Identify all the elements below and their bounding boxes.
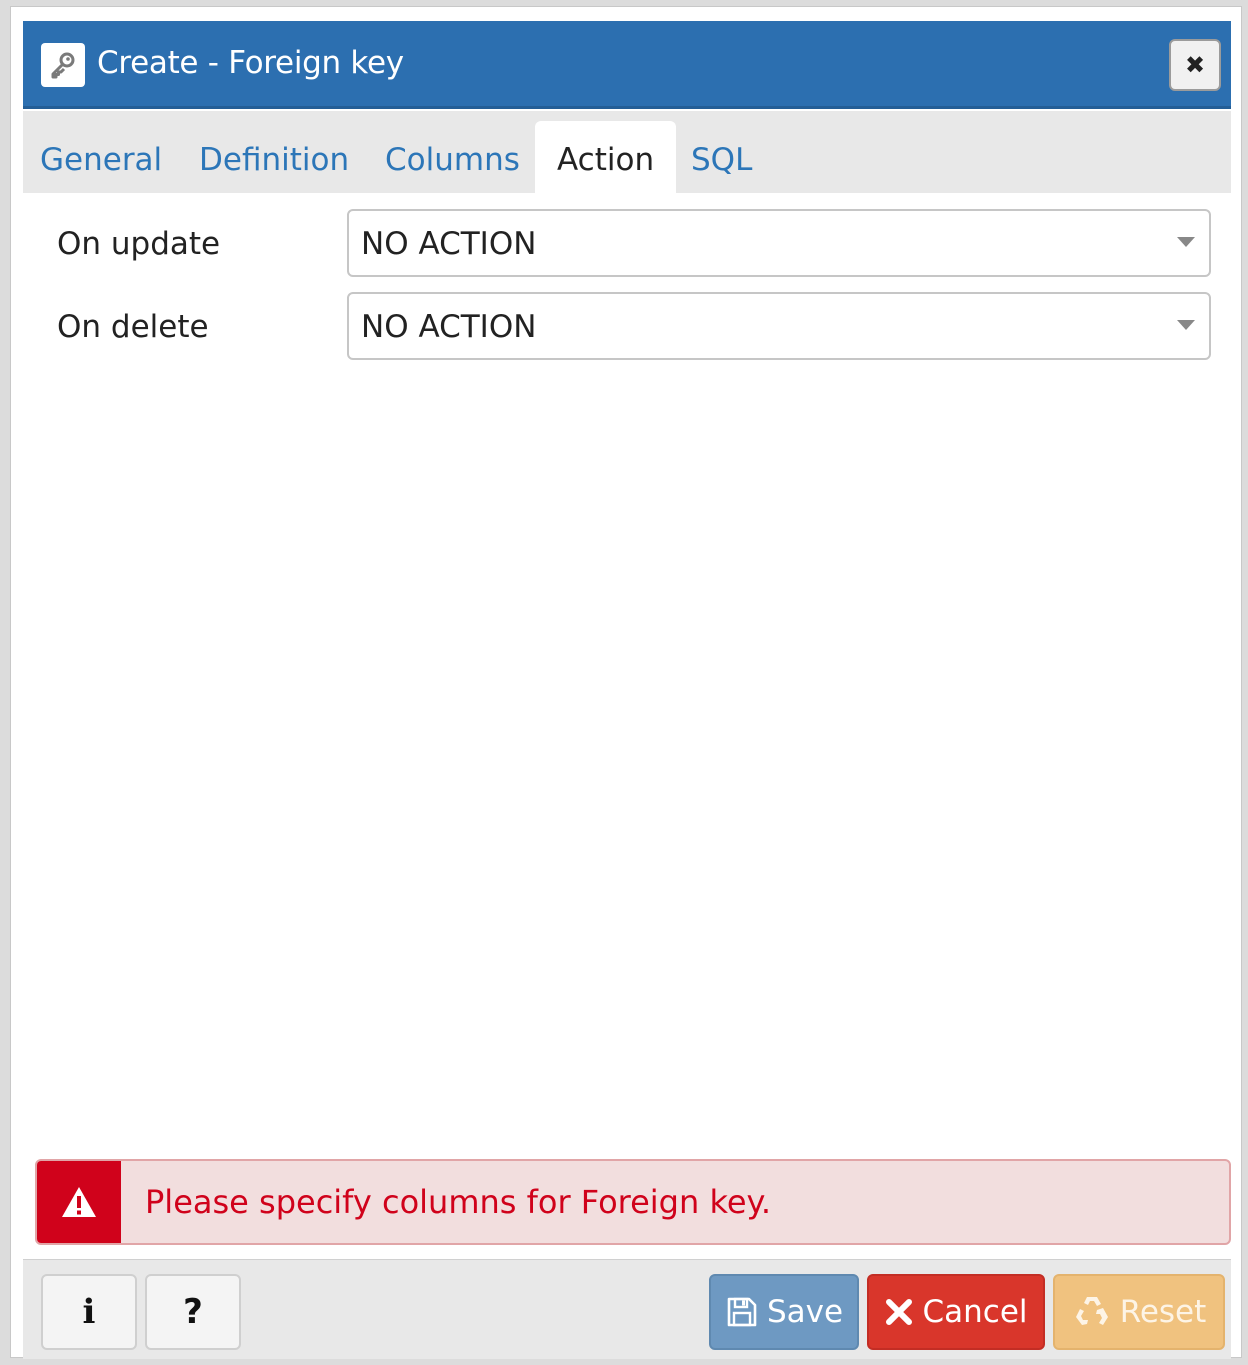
on-update-row: On update NO ACTION xyxy=(23,209,1231,279)
on-update-value: NO ACTION xyxy=(361,226,537,262)
save-label: Save xyxy=(766,1294,844,1330)
floppy-disk-icon xyxy=(725,1295,759,1329)
on-update-label: On update xyxy=(57,226,221,262)
error-alert: Please specify columns for Foreign key. xyxy=(35,1159,1231,1245)
close-button[interactable]: ✖ xyxy=(1169,39,1221,91)
recycle-icon xyxy=(1072,1293,1112,1331)
dialog-footer: i ? Save Cancel Reset xyxy=(23,1259,1231,1359)
close-icon xyxy=(884,1297,914,1327)
save-button[interactable]: Save xyxy=(709,1274,859,1350)
info-button[interactable]: i xyxy=(41,1274,137,1350)
on-delete-label: On delete xyxy=(57,309,209,345)
tab-columns[interactable]: Columns xyxy=(385,121,520,193)
cancel-label: Cancel xyxy=(922,1294,1028,1330)
tab-general[interactable]: General xyxy=(40,121,162,193)
on-delete-row: On delete NO ACTION xyxy=(23,292,1231,362)
close-icon: ✖ xyxy=(1184,51,1206,79)
tab-sql[interactable]: SQL xyxy=(691,121,752,193)
reset-label: Reset xyxy=(1119,1294,1207,1330)
info-icon: i xyxy=(82,1292,96,1332)
dialog-titlebar[interactable]: Create - Foreign key ✖ xyxy=(23,21,1231,109)
on-delete-select[interactable]: NO ACTION xyxy=(347,292,1211,360)
tab-action[interactable]: Action xyxy=(535,121,677,193)
alert-message: Please specify columns for Foreign key. xyxy=(145,1183,772,1221)
chevron-down-icon xyxy=(1177,237,1195,247)
help-icon: ? xyxy=(183,1292,203,1332)
tab-definition[interactable]: Definition xyxy=(199,121,349,193)
warning-icon xyxy=(37,1161,121,1243)
key-icon xyxy=(41,43,85,87)
chevron-down-icon xyxy=(1177,320,1195,330)
help-button[interactable]: ? xyxy=(145,1274,241,1350)
tab-bar: General Definition Columns Action SQL xyxy=(23,111,1231,193)
dialog-title: Create - Foreign key xyxy=(97,45,404,81)
reset-button[interactable]: Reset xyxy=(1053,1274,1225,1350)
create-foreign-key-dialog: Create - Foreign key ✖ General Definitio… xyxy=(10,6,1242,1359)
cancel-button[interactable]: Cancel xyxy=(867,1274,1045,1350)
on-delete-value: NO ACTION xyxy=(361,309,537,345)
on-update-select[interactable]: NO ACTION xyxy=(347,209,1211,277)
